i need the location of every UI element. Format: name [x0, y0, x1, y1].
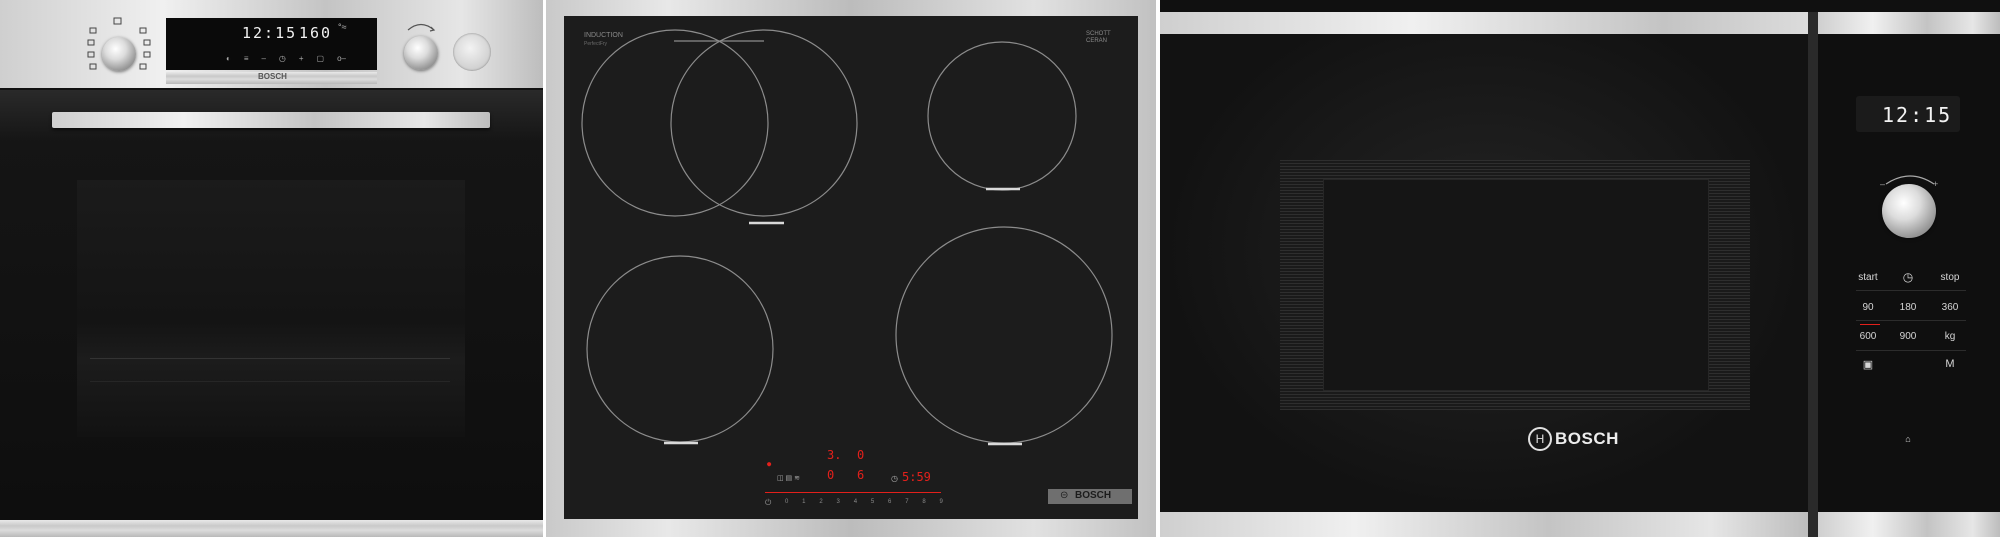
cooking-zones — [581, 29, 1113, 446]
hob-function-icons[interactable]: ◫ ▤ ≋ — [777, 474, 800, 482]
hob-brand: BOSCH — [1075, 490, 1112, 501]
oven-temperature: 160 — [299, 24, 333, 42]
microwave: H BOSCH 12:15 – + start ◷ stop 90 180 360… — [1160, 0, 2000, 537]
power-900-button[interactable]: 900 — [1888, 331, 1928, 342]
timer-icon[interactable]: ◷ — [891, 474, 898, 483]
weight-button[interactable]: kg — [1930, 331, 1970, 342]
power-600-button[interactable]: 600 — [1848, 331, 1888, 342]
memory-button[interactable]: M — [1930, 358, 1970, 370]
menu-icon[interactable]: ≡ — [244, 54, 249, 64]
power-dot-icon: ● — [767, 460, 772, 468]
zone-front-left — [586, 255, 774, 443]
oven-touch-row: ◐ ≡ – ◷ + ▢ o– — [226, 54, 346, 64]
hob-readout-front-right: 6 — [857, 468, 865, 482]
slider-6[interactable]: 6 — [888, 499, 891, 505]
microwave-bottom-trim — [1160, 512, 1808, 537]
zone-rear-right — [927, 41, 1077, 191]
lock-icon[interactable]: ▢ — [317, 54, 325, 64]
zone-front-right — [895, 226, 1113, 444]
microwave-divider — [1808, 12, 1818, 537]
light-icon[interactable]: ◐ — [226, 54, 231, 64]
slider-5[interactable]: 5 — [871, 499, 874, 505]
hob-readout-rear-left: 3. — [827, 448, 842, 462]
power-90-button[interactable]: 90 — [1848, 302, 1888, 313]
oven-mode-knob[interactable] — [102, 37, 136, 71]
oven-door-handle[interactable] — [52, 112, 490, 128]
door-open-icon[interactable]: ⌂ — [1888, 434, 1928, 444]
bosch-logo-icon: ⊝ — [1060, 490, 1069, 501]
programs-icon[interactable]: ▣ — [1848, 358, 1888, 371]
svg-text:+: + — [1933, 179, 1938, 188]
zone-flex-right — [670, 29, 858, 217]
hob-slider-numbers[interactable]: 0 1 2 3 4 5 6 7 8 9 — [785, 499, 943, 505]
slider-0[interactable]: 0 — [785, 499, 788, 505]
power-360-button[interactable]: 360 — [1930, 302, 1970, 313]
slider-3[interactable]: 3 — [837, 499, 840, 505]
timer-icon[interactable]: ◷ — [279, 54, 286, 64]
oven-badge-strip: BOSCH — [166, 72, 377, 84]
oven-rack — [90, 358, 450, 382]
key-icon[interactable]: o– — [337, 54, 346, 64]
slider-9[interactable]: 9 — [940, 499, 943, 505]
hob-brand-plate: ⊝ BOSCH — [1048, 489, 1132, 504]
svg-text:–: – — [1880, 179, 1885, 188]
oven-window — [77, 180, 465, 437]
microwave-brand-logo: H BOSCH — [1528, 427, 1638, 451]
slider-1[interactable]: 1 — [802, 499, 805, 505]
hob-power-icon[interactable]: ⏻ — [765, 498, 771, 508]
oven-clock: 12:15 — [242, 24, 298, 42]
oven-bottom-trim — [0, 520, 543, 537]
hob-timer-readout: 5:59 — [902, 470, 931, 484]
oven-push-button[interactable] — [453, 33, 491, 71]
zone-front-left-flex — [581, 29, 769, 217]
power-180-button[interactable]: 180 — [1888, 302, 1928, 313]
hob-control-strip: 3. 0 0 6 ● ◫ ▤ ≋ ◷ 5:59 ⏻ 0 1 2 3 4 5 6 … — [759, 446, 949, 520]
power-indicator — [1860, 324, 1880, 325]
slider-2[interactable]: 2 — [819, 499, 822, 505]
rotate-arrow-icon — [404, 18, 438, 34]
start-button[interactable]: start — [1848, 272, 1888, 283]
plus-icon[interactable]: + — [299, 54, 304, 64]
button-row-divider — [1856, 320, 1966, 321]
clock-icon[interactable]: ◷ — [1888, 270, 1928, 284]
minus-icon[interactable]: – — [261, 54, 265, 64]
wifi-icon: °≈ — [338, 22, 347, 32]
slider-8[interactable]: 8 — [922, 499, 925, 505]
slider-4[interactable]: 4 — [854, 499, 857, 505]
microwave-knob[interactable] — [1882, 184, 1936, 238]
button-row-divider — [1856, 290, 1966, 291]
bosch-logo-icon: H — [1528, 427, 1552, 451]
oven-brand: BOSCH — [258, 72, 287, 81]
control-bottom-trim — [1818, 512, 2000, 537]
oven: 12:15 160 °≈ ◐ ≡ – ◷ + ▢ o– BOSCH — [0, 0, 543, 537]
hob-slider-line[interactable] — [765, 492, 941, 493]
control-panel: 12:15 – + start ◷ stop 90 180 360 600 900… — [1818, 34, 2000, 512]
microwave-display: 12:15 — [1856, 96, 1960, 132]
microwave-brand: BOSCH — [1555, 429, 1619, 448]
hob-readout-front-left: 0 — [827, 468, 835, 482]
oven-display: 12:15 160 °≈ ◐ ≡ – ◷ + ▢ o– — [166, 18, 377, 78]
hob-readout-rear-right: 0 — [857, 448, 865, 462]
stop-button[interactable]: stop — [1930, 272, 1970, 283]
oven-temperature-knob[interactable] — [404, 36, 438, 70]
hob-glass: INDUCTION PerfectFry SCHOTT CERAN 3. 0 0… — [564, 16, 1138, 519]
slider-7[interactable]: 7 — [905, 499, 908, 505]
button-row-divider — [1856, 350, 1966, 351]
microwave-clock: 12:15 — [1882, 103, 1953, 127]
control-panel-top-trim — [1818, 12, 2000, 34]
microwave-window — [1323, 179, 1709, 391]
